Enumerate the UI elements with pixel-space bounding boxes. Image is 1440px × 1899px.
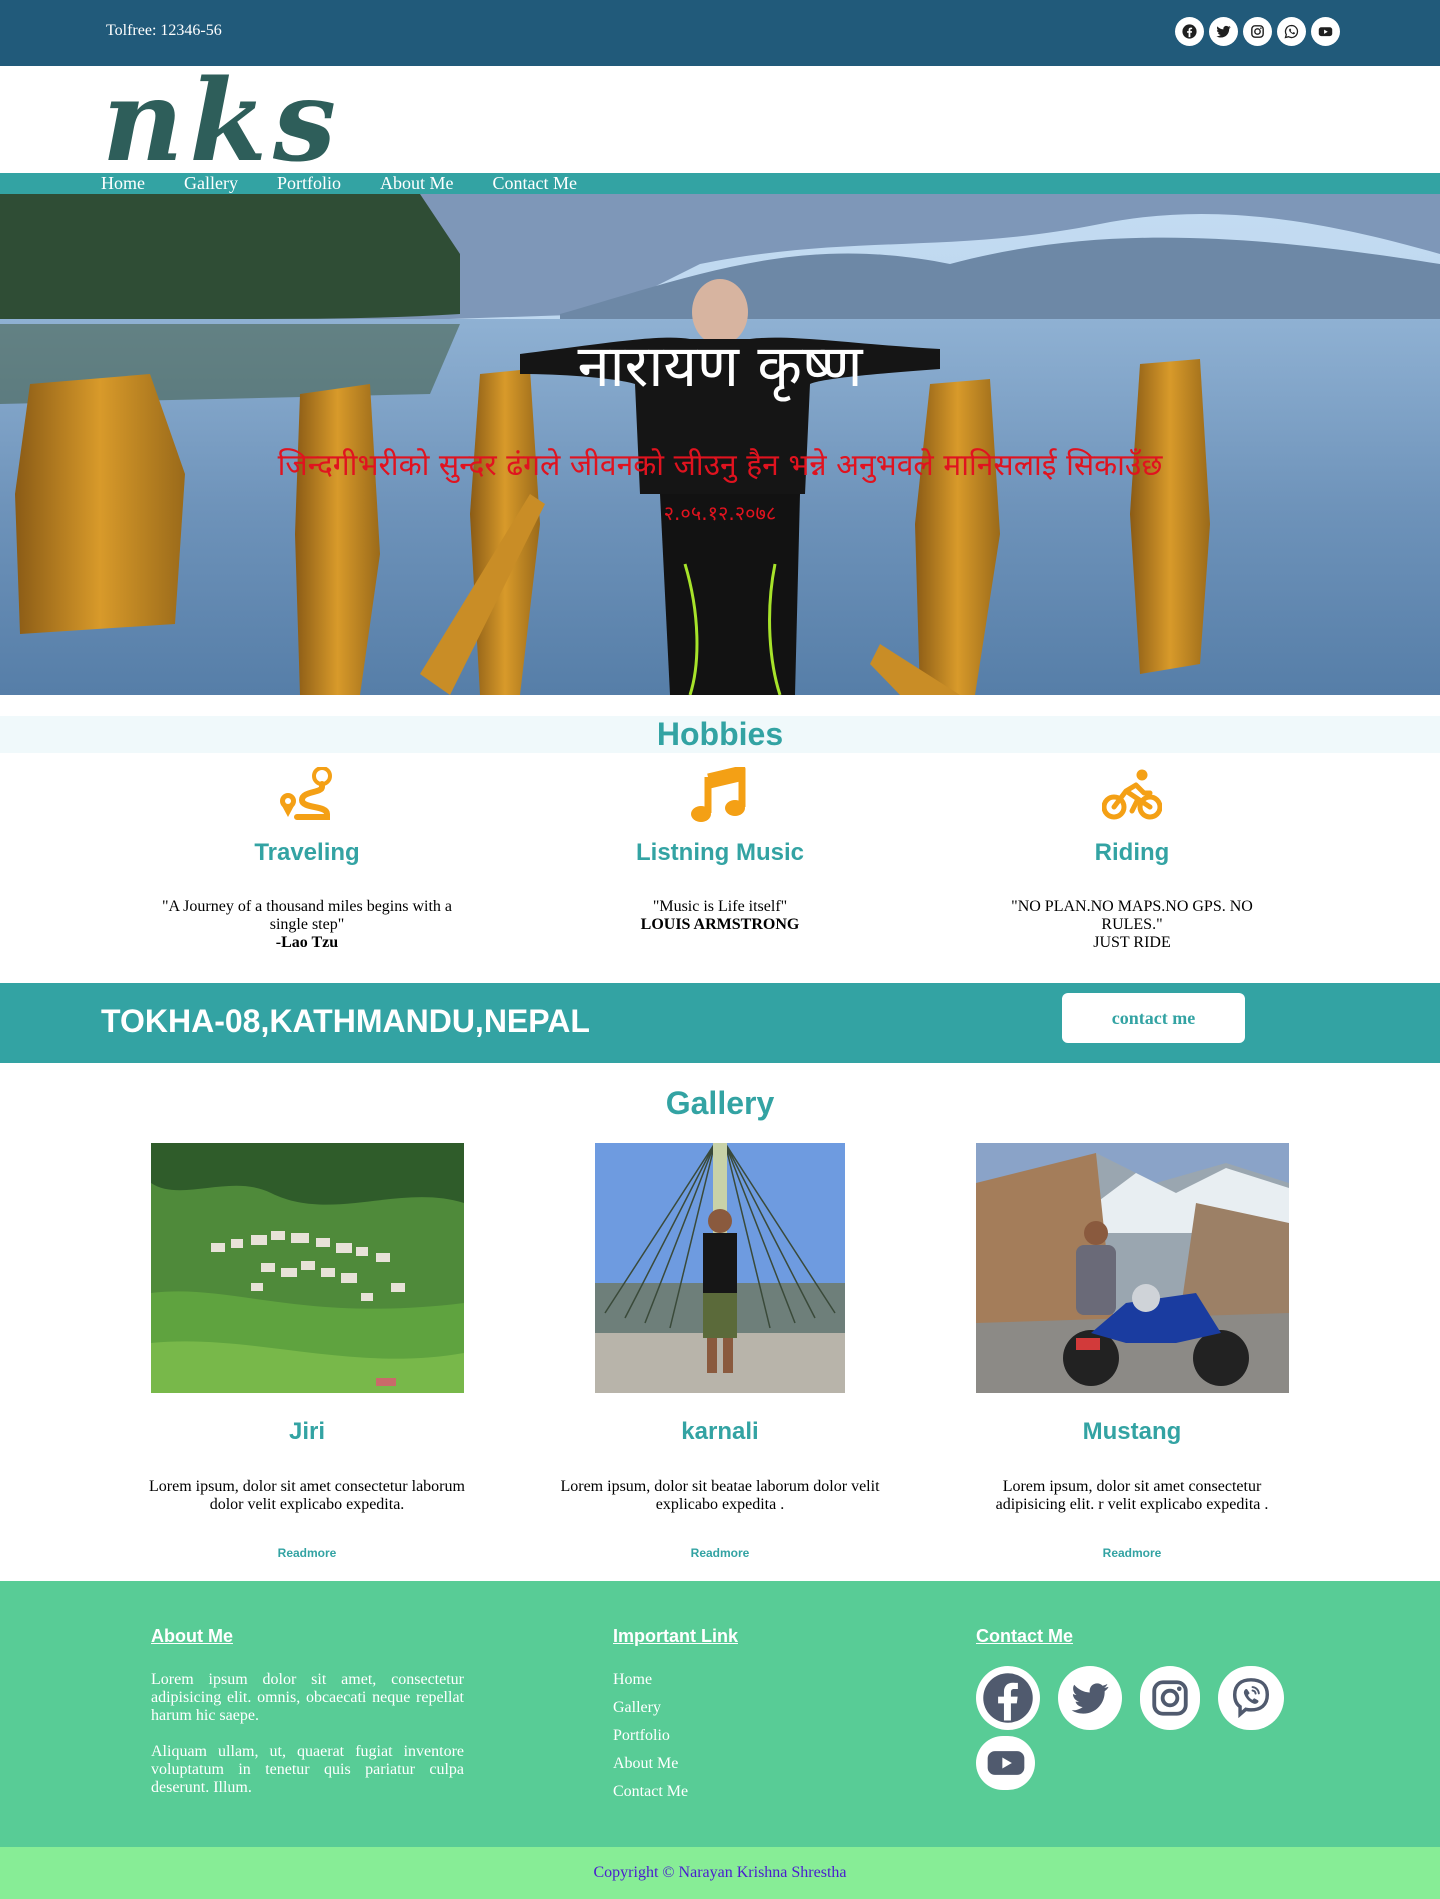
gallery-title: karnali [681, 1418, 759, 1445]
footer-link-gallery[interactable]: Gallery [613, 1694, 738, 1722]
music-note-icon [570, 753, 870, 823]
instagram-icon[interactable] [1140, 1666, 1200, 1730]
readmore-link[interactable]: Readmore [147, 1546, 467, 1560]
hobby-title: Traveling [254, 839, 360, 866]
hero-date: २.०५.१२.२०७८ [663, 501, 777, 525]
hero-quote: जिन्दगीभरीको सुन्दर ढंगले जीवनको जीउनु ह… [277, 448, 1163, 483]
gallery-heading-bar: Gallery [0, 1085, 1440, 1121]
footer-about: About Me Lorem ipsum dolor sit amet, con… [151, 1626, 464, 1797]
hobby-card-riding: Riding "NO PLAN.NO MAPS.NO GPS. NO RULES… [982, 753, 1282, 952]
facebook-icon[interactable] [976, 1666, 1040, 1730]
karnali-bridge-image[interactable] [595, 1143, 845, 1393]
hobby-title: Riding [1094, 839, 1170, 866]
footer-links-heading: Important Link [613, 1626, 738, 1646]
logo-row: nks [0, 66, 1440, 173]
footer: About Me Lorem ipsum dolor sit amet, con… [0, 1581, 1440, 1847]
hero-title: नारायण कृष्ण [577, 332, 863, 400]
hobby-quote: "NO PLAN.NO MAPS.NO GPS. NO RULES." JUST … [982, 898, 1282, 952]
footer-about-heading: About Me [151, 1626, 233, 1646]
nav-gallery[interactable]: Gallery [184, 173, 238, 194]
hobbies-section: Traveling "A Journey of a thousand miles… [0, 753, 1440, 983]
youtube-icon[interactable] [976, 1736, 1035, 1790]
gallery-text: Lorem ipsum, dolor sit amet consectetur … [149, 1478, 465, 1513]
footer-link-home[interactable]: Home [613, 1666, 738, 1694]
footer-about-text-2: Aliquam ullam, ut, quaerat fugiat invent… [151, 1743, 464, 1796]
footer-about-text-1: Lorem ipsum dolor sit amet, consectetur … [151, 1671, 464, 1724]
logo-text: nks [102, 68, 342, 168]
footer-contact-heading: Contact Me [976, 1626, 1074, 1646]
footer-link-contact-me[interactable]: Contact Me [613, 1778, 738, 1806]
hobbies-heading: Hobbies [656, 716, 784, 752]
main-nav: Home Gallery Portfolio About Me Contact … [0, 173, 1440, 194]
site-logo[interactable]: nks [102, 68, 362, 168]
copyright: Copyright © Narayan Krishna Shrestha [0, 1847, 1440, 1899]
gallery-card-jiri: Jiri Lorem ipsum, dolor sit amet consect… [147, 1143, 467, 1560]
top-bar: Tolfree: 12346-56 [0, 0, 1440, 66]
gallery-text: Lorem ipsum, dolor sit beatae laborum do… [560, 1478, 880, 1513]
gallery-title: Mustang [1082, 1418, 1182, 1445]
top-social-links [1175, 17, 1340, 46]
footer-contact: Contact Me [976, 1626, 1296, 1796]
gallery-text: Lorem ipsum, dolor sit amet consectetur … [995, 1478, 1269, 1513]
readmore-link[interactable]: Readmore [972, 1546, 1292, 1560]
instagram-icon[interactable] [1243, 17, 1272, 46]
tollfree-number: Tolfree: 12346-56 [106, 22, 222, 39]
hobby-quote: "A Journey of a thousand miles begins wi… [157, 898, 457, 952]
footer-link-portfolio[interactable]: Portfolio [613, 1722, 738, 1750]
viber-icon[interactable] [1218, 1666, 1284, 1730]
hobby-title: Listning Music [636, 839, 804, 866]
hobby-author: JUST RIDE [1093, 934, 1171, 951]
bicycle-icon [982, 753, 1282, 823]
gallery-card-karnali: karnali Lorem ipsum, dolor sit beatae la… [560, 1143, 880, 1560]
hobby-author: LOUIS ARMSTRONG [640, 916, 800, 933]
footer-links: Important Link Home Gallery Portfolio Ab… [613, 1626, 738, 1806]
gallery-card-mustang: Mustang Lorem ipsum, dolor sit amet cons… [972, 1143, 1292, 1560]
nav-portfolio[interactable]: Portfolio [277, 173, 341, 194]
nav-about-me[interactable]: About Me [380, 173, 454, 194]
route-icon [157, 753, 457, 823]
facebook-icon[interactable] [1175, 17, 1204, 46]
jiri-village-image[interactable] [150, 1143, 464, 1393]
hobby-card-music: Listning Music "Music is Life itself" LOU… [570, 753, 870, 934]
footer-link-about-me[interactable]: About Me [613, 1750, 738, 1778]
gallery-section: Jiri Lorem ipsum, dolor sit amet consect… [0, 1143, 1440, 1581]
whatsapp-icon[interactable] [1277, 17, 1306, 46]
nav-home[interactable]: Home [101, 173, 145, 194]
hobbies-heading-bar: Hobbies [0, 716, 1440, 753]
address-text: TOKHA-08,KATHMANDU,NEPAL [101, 1003, 590, 1039]
twitter-icon[interactable] [1209, 17, 1238, 46]
hero-banner: नारायण कृष्ण जिन्दगीभरीको सुन्दर ढंगले ज… [0, 194, 1440, 695]
hobby-quote: "Music is Life itself" LOUIS ARMSTRONG [570, 898, 870, 934]
contact-me-button[interactable]: contact me [1062, 993, 1245, 1043]
youtube-icon[interactable] [1311, 17, 1340, 46]
gallery-heading: Gallery [665, 1085, 775, 1121]
gallery-title: Jiri [288, 1418, 326, 1445]
hobby-card-traveling: Traveling "A Journey of a thousand miles… [157, 753, 457, 952]
twitter-icon[interactable] [1058, 1666, 1122, 1730]
hobby-author: -Lao Tzu [275, 934, 339, 951]
nav-contact-me[interactable]: Contact Me [493, 173, 577, 194]
address-band: TOKHA-08,KATHMANDU,NEPAL contact me [0, 983, 1440, 1063]
mustang-bike-image[interactable] [975, 1143, 1289, 1393]
readmore-link[interactable]: Readmore [560, 1546, 880, 1560]
